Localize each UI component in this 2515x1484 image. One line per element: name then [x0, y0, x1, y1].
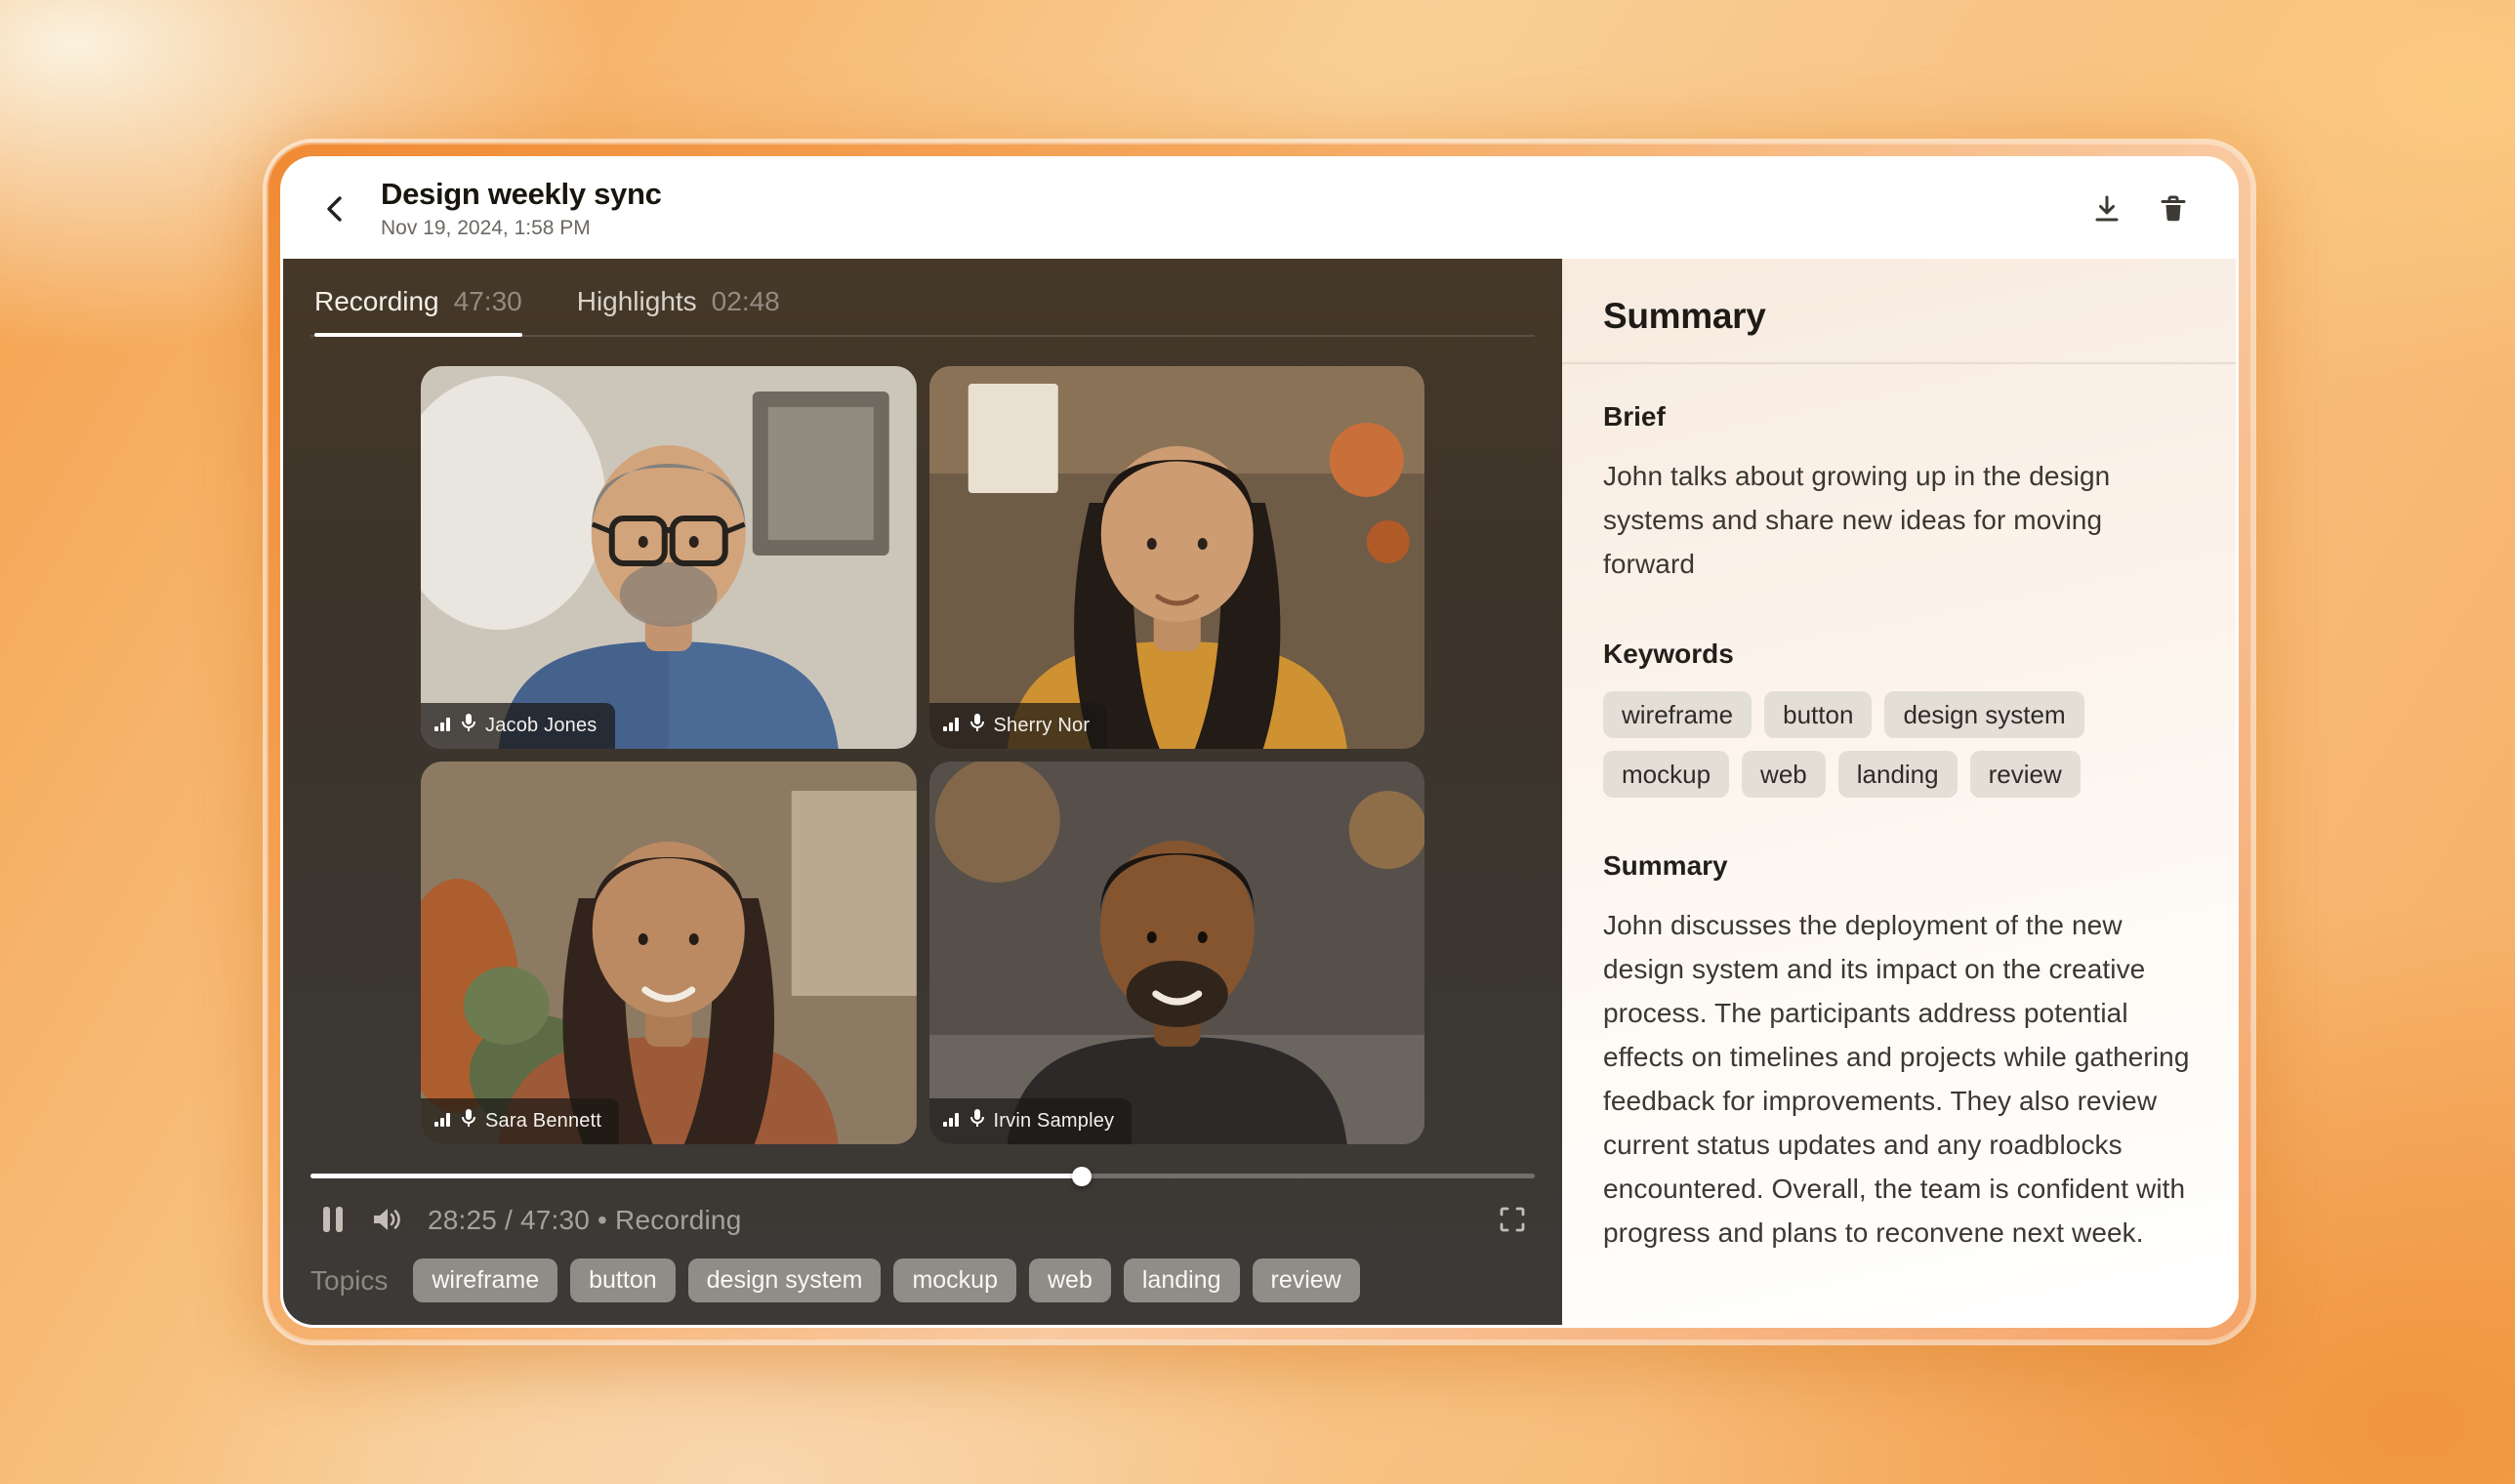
participant-video-placeholder	[929, 762, 1425, 1144]
tab-highlights-duration: 02:48	[712, 286, 780, 317]
keyword-chip[interactable]: wireframe	[1603, 691, 1752, 738]
participant-badge: Sara Bennett	[421, 1098, 619, 1144]
delete-button[interactable]	[2150, 186, 2197, 232]
volume-button[interactable]	[365, 1198, 410, 1243]
playback-time-status: 28:25 / 47:30 • Recording	[428, 1205, 741, 1236]
player-tabs: Recording 47:30 Highlights 02:48	[310, 259, 1535, 337]
tab-highlights[interactable]: Highlights 02:48	[577, 286, 780, 335]
participant-name: Sherry Nor	[994, 715, 1091, 737]
participant-name: Irvin Sampley	[994, 1110, 1115, 1133]
keyword-chip[interactable]: review	[1970, 751, 2081, 798]
page-title: Design weekly sync	[381, 178, 662, 211]
keywords-section: Keywords wireframe button design system moc…	[1603, 639, 2195, 798]
keyword-chip[interactable]: design system	[1884, 691, 2083, 738]
topics-row: Topics wireframe button design systemmocku…	[310, 1258, 1535, 1302]
progress-bar[interactable]	[310, 1174, 1535, 1178]
tab-recording-duration: 47:30	[454, 286, 522, 317]
video-tile-jacob-jones[interactable]: Jacob Jones	[421, 366, 917, 749]
video-tile-sara-bennett[interactable]: Sara Bennett	[421, 762, 917, 1144]
topic-chip[interactable]: landing	[1124, 1258, 1240, 1302]
brief-text: John talks about growing up in the desig…	[1603, 454, 2195, 586]
progress-fill	[310, 1174, 1082, 1178]
back-button[interactable]	[312, 186, 359, 232]
participant-video-placeholder	[421, 366, 917, 749]
video-grid: Jacob Jones	[421, 366, 1424, 1144]
participant-badge: Irvin Sampley	[929, 1098, 1133, 1144]
signal-bars-icon	[942, 716, 961, 737]
summary-panel: Summary Brief John talks about growing u…	[1562, 259, 2236, 1325]
keywords-heading: Keywords	[1603, 639, 2195, 670]
keyword-chip[interactable]: button	[1764, 691, 1872, 738]
summary-header: Summary	[1562, 259, 2236, 364]
fullscreen-icon	[1498, 1205, 1527, 1237]
download-button[interactable]	[2083, 186, 2130, 232]
topics-chips: wireframe button design systemmockup weblan…	[413, 1258, 1359, 1302]
brief-section: Brief John talks about growing up in the…	[1603, 401, 2195, 586]
summary-panel-title: Summary	[1603, 296, 2195, 337]
header-actions	[2083, 186, 2197, 232]
tab-recording-label: Recording	[314, 286, 439, 317]
signal-bars-icon	[942, 1111, 961, 1133]
participant-name: Jacob Jones	[485, 715, 598, 737]
topics-label: Topics	[310, 1265, 388, 1297]
recording-player-panel: Recording 47:30 Highlights 02:48	[283, 259, 1562, 1325]
tab-highlights-label: Highlights	[577, 286, 697, 317]
participant-badge: Sherry Nor	[929, 703, 1108, 749]
participant-badge: Jacob Jones	[421, 703, 615, 749]
tab-recording[interactable]: Recording 47:30	[314, 286, 522, 335]
topic-chip[interactable]: review	[1253, 1258, 1360, 1302]
app-window-frame: Design weekly sync Nov 19, 2024, 1:58 PM	[267, 143, 2252, 1341]
header: Design weekly sync Nov 19, 2024, 1:58 PM	[283, 159, 2236, 259]
keywords-chips: wireframe button design system mockup weblan…	[1603, 691, 2189, 798]
microphone-icon	[969, 1108, 985, 1134]
video-tile-sherry-nor[interactable]: Sherry Nor	[929, 366, 1425, 749]
video-tile-irvin-sampley[interactable]: Irvin Sampley	[929, 762, 1425, 1144]
topic-chip[interactable]: wireframe	[413, 1258, 557, 1302]
summary-text: John discusses the deployment of the new…	[1603, 903, 2195, 1255]
participant-video-placeholder	[929, 366, 1425, 749]
summary-heading: Summary	[1603, 850, 2195, 882]
download-icon	[2091, 193, 2123, 225]
participant-name: Sara Bennett	[485, 1110, 601, 1133]
desktop-background: Design weekly sync Nov 19, 2024, 1:58 PM	[0, 0, 2515, 1484]
participant-video-placeholder	[421, 762, 917, 1144]
fullscreen-button[interactable]	[1490, 1198, 1535, 1243]
app-window: Design weekly sync Nov 19, 2024, 1:58 PM	[280, 156, 2239, 1328]
topic-chip[interactable]: design system	[688, 1258, 882, 1302]
signal-bars-icon	[433, 1111, 452, 1133]
microphone-icon	[461, 713, 476, 739]
keyword-chip[interactable]: mockup	[1603, 751, 1729, 798]
summary-section: Summary John discusses the deployment of…	[1603, 850, 2195, 1255]
playback-controls: 28:25 / 47:30 • Recording	[310, 1198, 1535, 1243]
summary-content: Brief John talks about growing up in the…	[1562, 364, 2236, 1292]
keyword-chip[interactable]: web	[1742, 751, 1826, 798]
speaker-icon	[371, 1205, 404, 1237]
pause-icon	[320, 1205, 346, 1237]
topic-chip[interactable]: mockup	[893, 1258, 1016, 1302]
topic-chip[interactable]: web	[1029, 1258, 1111, 1302]
main-content: Recording 47:30 Highlights 02:48	[283, 259, 2236, 1325]
brief-heading: Brief	[1603, 401, 2195, 433]
title-block: Design weekly sync Nov 19, 2024, 1:58 PM	[381, 178, 662, 240]
trash-icon	[2158, 193, 2189, 225]
microphone-icon	[461, 1108, 476, 1134]
keyword-chip[interactable]: landing	[1838, 751, 1958, 798]
pause-button[interactable]	[310, 1198, 355, 1243]
signal-bars-icon	[433, 716, 452, 737]
progress-handle[interactable]	[1072, 1167, 1092, 1186]
microphone-icon	[969, 713, 985, 739]
meeting-date: Nov 19, 2024, 1:58 PM	[381, 217, 662, 240]
topic-chip[interactable]: button	[570, 1258, 676, 1302]
chevron-left-icon	[319, 192, 352, 226]
